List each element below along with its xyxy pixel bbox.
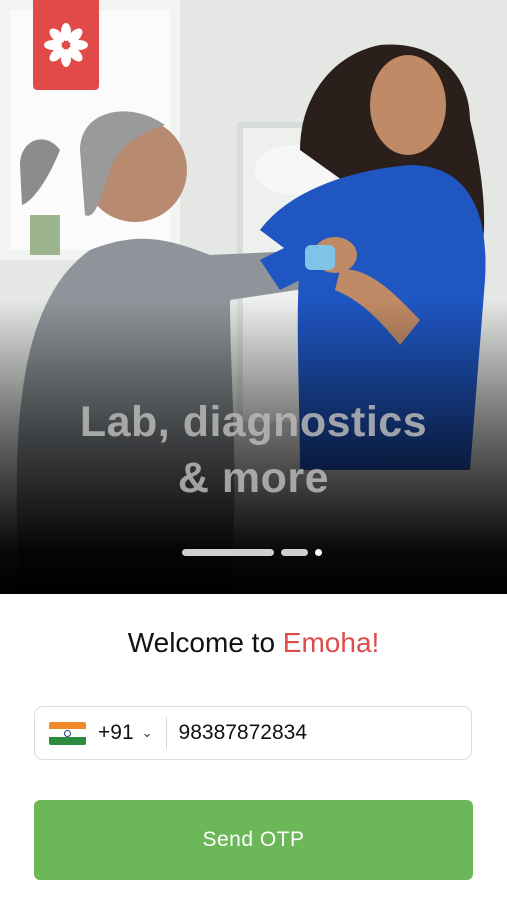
country-code-selector[interactable]: +91 — [98, 721, 134, 745]
send-otp-button[interactable]: Send OTP — [34, 800, 473, 880]
phone-number-field: +91 ⌄ — [34, 706, 472, 760]
flower-logo-icon — [44, 23, 88, 67]
field-divider — [165, 717, 167, 749]
carousel-dot-1[interactable] — [182, 549, 274, 556]
india-flag-icon[interactable] — [49, 721, 86, 745]
welcome-prefix: Welcome to — [127, 627, 283, 658]
welcome-brand: Emoha! — [282, 627, 380, 658]
emoha-logo — [33, 0, 99, 90]
carousel-dot-3-active[interactable] — [315, 549, 322, 556]
welcome-heading: Welcome to Emoha! — [0, 627, 507, 659]
hero-title-line1: Lab, diagnostics — [79, 398, 428, 446]
carousel-dot-2[interactable] — [281, 549, 308, 556]
hero-banner: Lab, diagnostics & more — [0, 0, 507, 594]
chevron-down-icon[interactable]: ⌄ — [142, 725, 153, 741]
phone-number-input[interactable] — [176, 720, 441, 746]
hero-title-line2: & more — [177, 454, 330, 502]
carousel-indicator — [182, 549, 322, 556]
